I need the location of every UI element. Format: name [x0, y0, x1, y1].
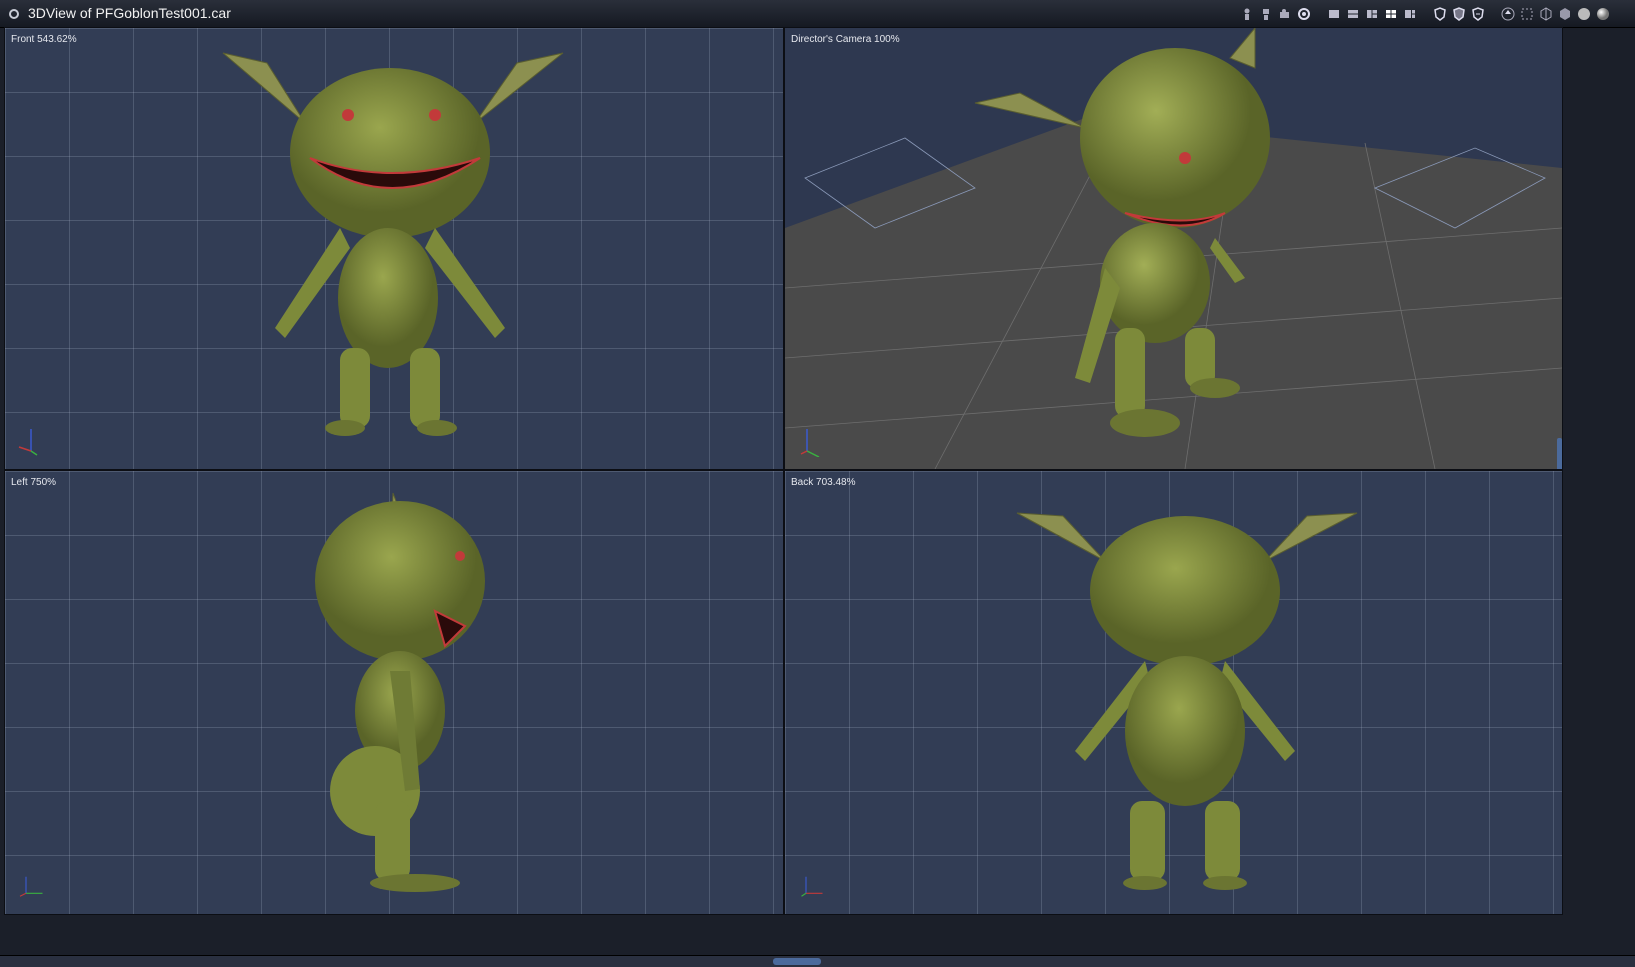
viewport-grid: Front 543.62% Director's Camera 100% Lef… [4, 27, 1630, 956]
upload-icon[interactable] [1500, 6, 1516, 22]
view-toolbar [1239, 4, 1611, 23]
goblin-left-model [315, 492, 485, 892]
viewport-front[interactable]: Front 543.62% [4, 27, 784, 470]
bottom-status-bar [0, 955, 1635, 967]
viewport-left[interactable]: Left 750% [4, 470, 784, 915]
axis-gizmo [801, 876, 823, 897]
viewport-resize-handle[interactable] [1557, 438, 1562, 469]
camera-icon[interactable] [1277, 6, 1293, 22]
layout-two-icon[interactable] [1345, 6, 1361, 22]
axis-gizmo [19, 876, 43, 897]
window-title: 3DView of PFGoblonTest001.car [28, 5, 231, 21]
layout-three-icon[interactable] [1364, 6, 1380, 22]
figure-icon[interactable] [1239, 6, 1255, 22]
goblin-perspective-model [974, 28, 1270, 437]
sphere-shaded-icon[interactable] [1576, 6, 1592, 22]
shield-left-icon[interactable] [1432, 6, 1448, 22]
goblin-front-model [222, 52, 564, 436]
prop-icon[interactable] [1258, 6, 1274, 22]
dotted-box-icon[interactable] [1519, 6, 1535, 22]
goblin-back-model [1016, 512, 1358, 890]
bottom-resize-handle[interactable] [773, 958, 821, 965]
sphere-lit-icon[interactable] [1595, 6, 1611, 22]
gear-icon[interactable] [1296, 6, 1312, 22]
title-bar: 3DView of PFGoblonTest001.car [0, 0, 1635, 28]
shield-right-icon[interactable] [1470, 6, 1486, 22]
viewport-directors-camera[interactable]: Director's Camera 100% [784, 27, 1563, 470]
axis-gizmo [18, 429, 38, 456]
axis-gizmo [800, 429, 820, 457]
wire-box-icon[interactable] [1538, 6, 1554, 22]
shield-both-icon[interactable] [1451, 6, 1467, 22]
layout-wide-icon[interactable] [1402, 6, 1418, 22]
solid-box-icon[interactable] [1557, 6, 1573, 22]
layout-single-icon[interactable] [1326, 6, 1342, 22]
layout-four-icon[interactable] [1383, 6, 1399, 22]
viewport-back[interactable]: Back 703.48% [784, 470, 1563, 915]
window-menu-icon[interactable] [9, 9, 19, 19]
